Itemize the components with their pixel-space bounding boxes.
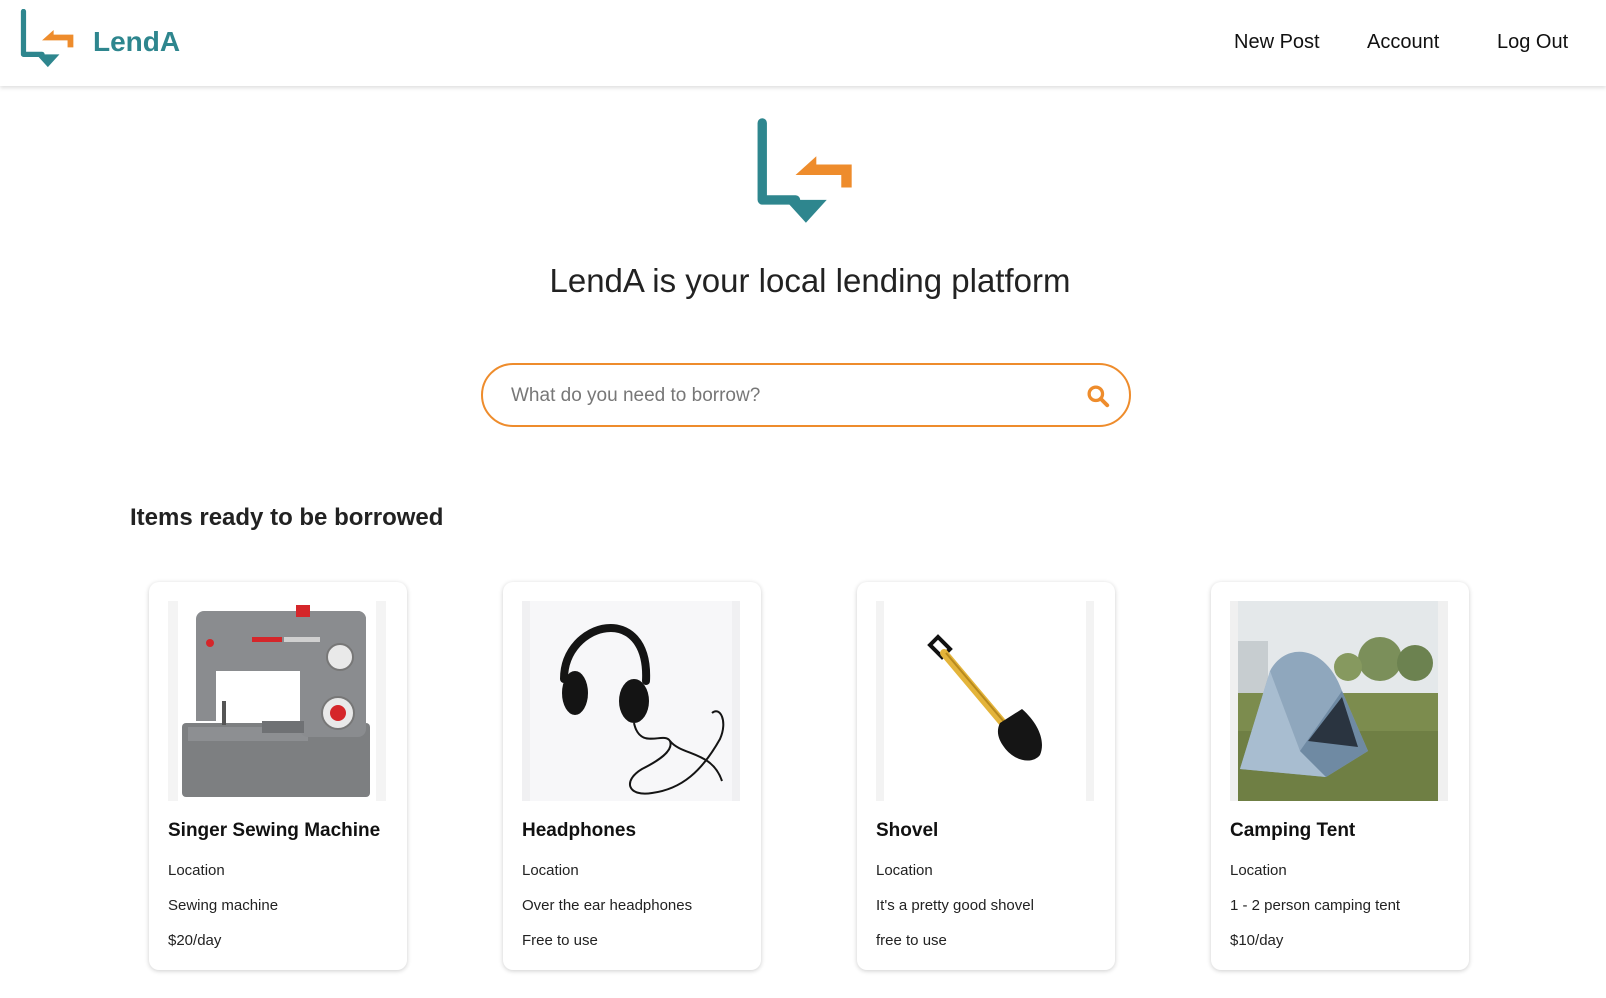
lenda-logo-icon[interactable] xyxy=(20,9,78,73)
nav-log-out[interactable]: Log Out xyxy=(1497,31,1568,54)
item-title: Camping Tent xyxy=(1230,820,1356,841)
item-price: Free to use xyxy=(522,932,598,949)
item-location: Location xyxy=(168,862,225,879)
item-image xyxy=(168,601,386,801)
item-card[interactable]: Singer Sewing Machine Location Sewing ma… xyxy=(149,582,407,970)
nav-new-post[interactable]: New Post xyxy=(1234,31,1320,54)
brand-name[interactable]: LendA xyxy=(93,26,180,58)
item-image xyxy=(1230,601,1448,801)
item-location: Location xyxy=(522,862,579,879)
item-description: It's a pretty good shovel xyxy=(876,897,1034,914)
item-card[interactable]: Camping Tent Location 1 - 2 person campi… xyxy=(1211,582,1469,970)
item-location: Location xyxy=(1230,862,1287,879)
item-price: $10/day xyxy=(1230,932,1284,949)
shovel-image xyxy=(876,601,1094,801)
top-navbar: LendA New Post Account Log Out xyxy=(0,0,1606,86)
item-title: Headphones xyxy=(522,820,637,841)
item-title: Shovel xyxy=(876,820,939,841)
item-price: $20/day xyxy=(168,932,222,949)
hero-tagline: LendA is your local lending platform xyxy=(549,262,1071,299)
item-location: Location xyxy=(876,862,933,879)
item-image xyxy=(522,601,740,801)
item-description: Over the ear headphones xyxy=(522,897,693,914)
search-icon[interactable] xyxy=(1085,383,1111,409)
item-card[interactable]: Shovel Location It's a pretty good shove… xyxy=(857,582,1115,970)
search-bar xyxy=(481,363,1131,427)
tent-image xyxy=(1230,601,1448,801)
search-input[interactable] xyxy=(509,377,1053,415)
nav-account[interactable]: Account xyxy=(1367,31,1439,54)
items-section-title: Items ready to be borrowed xyxy=(130,504,444,531)
item-title: Singer Sewing Machine xyxy=(168,820,381,841)
sewing-machine-image xyxy=(168,601,386,801)
item-price: free to use xyxy=(876,932,947,949)
item-description: Sewing machine xyxy=(168,897,279,914)
item-image xyxy=(876,601,1094,801)
item-card[interactable]: Headphones Location Over the ear headpho… xyxy=(503,582,761,970)
headphones-image xyxy=(522,601,740,801)
item-description: 1 - 2 person camping tent xyxy=(1230,897,1401,914)
lenda-logo-icon xyxy=(757,118,852,223)
